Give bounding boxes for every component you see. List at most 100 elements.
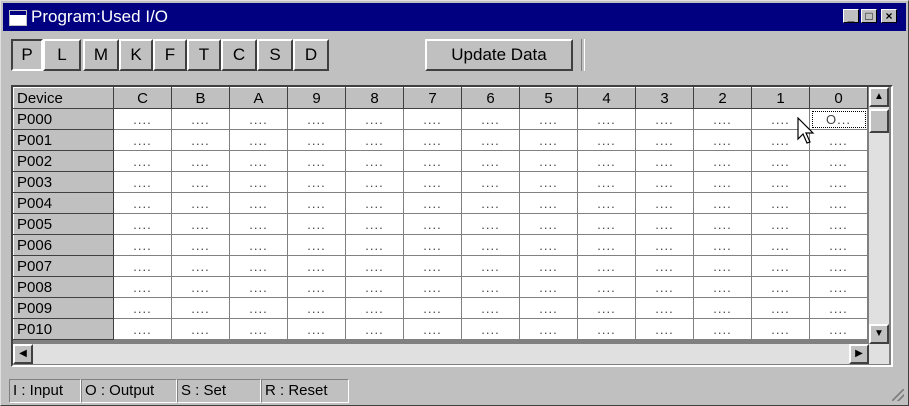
io-cell[interactable]: .... <box>751 318 810 340</box>
io-cell[interactable]: .... <box>287 171 346 193</box>
io-cell[interactable]: .... <box>751 234 810 256</box>
tab-t[interactable]: T <box>187 39 221 71</box>
io-cell[interactable]: .... <box>519 255 578 277</box>
column-header-8[interactable]: 8 <box>345 87 404 109</box>
io-cell[interactable]: .... <box>403 255 462 277</box>
io-cell[interactable]: .... <box>345 108 404 130</box>
io-cell[interactable]: .... <box>345 234 404 256</box>
io-cell[interactable]: .... <box>345 192 404 214</box>
io-cell[interactable]: .... <box>229 297 288 319</box>
io-cell[interactable]: .... <box>809 150 868 172</box>
io-cell[interactable]: .... <box>345 150 404 172</box>
io-cell[interactable]: .... <box>461 192 520 214</box>
io-cell[interactable]: .... <box>345 129 404 151</box>
io-cell[interactable]: .... <box>635 129 694 151</box>
io-cell[interactable]: .... <box>693 318 752 340</box>
column-header-3[interactable]: 3 <box>635 87 694 109</box>
io-cell[interactable]: .... <box>287 192 346 214</box>
io-cell[interactable]: .... <box>113 276 172 298</box>
io-cell[interactable]: .... <box>403 276 462 298</box>
io-cell[interactable]: .... <box>577 171 636 193</box>
io-cell[interactable]: .... <box>461 255 520 277</box>
io-cell[interactable]: .... <box>171 318 230 340</box>
column-header-0[interactable]: 0 <box>809 87 868 109</box>
io-cell[interactable]: .... <box>229 255 288 277</box>
io-cell[interactable]: .... <box>113 108 172 130</box>
io-cell[interactable]: .... <box>171 192 230 214</box>
io-cell[interactable]: .... <box>229 129 288 151</box>
io-cell[interactable]: .... <box>171 297 230 319</box>
io-cell[interactable]: .... <box>287 129 346 151</box>
io-cell[interactable]: .... <box>171 213 230 235</box>
io-cell[interactable]: .... <box>403 318 462 340</box>
io-cell[interactable]: .... <box>519 318 578 340</box>
io-cell[interactable]: .... <box>113 129 172 151</box>
io-cell[interactable]: .... <box>287 150 346 172</box>
io-cell[interactable]: .... <box>693 150 752 172</box>
io-cell[interactable]: .... <box>809 234 868 256</box>
io-cell[interactable]: .... <box>635 255 694 277</box>
close-button[interactable]: × <box>881 9 897 23</box>
horizontal-scrollbar[interactable]: ◀ ▶ <box>13 344 889 364</box>
io-cell[interactable]: .... <box>229 150 288 172</box>
io-cell[interactable]: .... <box>519 150 578 172</box>
io-cell[interactable]: .... <box>229 234 288 256</box>
row-header-p000[interactable]: P000 <box>13 108 114 130</box>
io-cell[interactable]: .... <box>577 276 636 298</box>
row-header-p004[interactable]: P004 <box>13 192 114 214</box>
io-cell[interactable]: .... <box>577 192 636 214</box>
io-cell[interactable]: .... <box>809 255 868 277</box>
io-cell[interactable]: .... <box>171 108 230 130</box>
io-cell[interactable]: .... <box>519 171 578 193</box>
io-cell[interactable]: .... <box>461 297 520 319</box>
io-cell[interactable]: .... <box>345 255 404 277</box>
io-cell[interactable]: .... <box>751 213 810 235</box>
row-header-p001[interactable]: P001 <box>13 129 114 151</box>
tab-f[interactable]: F <box>153 39 187 71</box>
column-header-1[interactable]: 1 <box>751 87 810 109</box>
vertical-scrollbar[interactable]: ▲ ▼ <box>869 87 889 344</box>
io-cell[interactable]: .... <box>809 129 868 151</box>
maximize-button[interactable]: □ <box>861 9 877 23</box>
io-cell[interactable]: .... <box>287 255 346 277</box>
io-cell[interactable]: .... <box>461 213 520 235</box>
row-header-p002[interactable]: P002 <box>13 150 114 172</box>
io-cell[interactable]: .... <box>171 276 230 298</box>
column-header-6[interactable]: 6 <box>461 87 520 109</box>
tab-d[interactable]: D <box>293 39 329 71</box>
row-header-p008[interactable]: P008 <box>13 276 114 298</box>
row-header-p007[interactable]: P007 <box>13 255 114 277</box>
io-cell[interactable]: .... <box>461 108 520 130</box>
io-cell[interactable]: O... <box>809 108 868 130</box>
io-cell[interactable]: .... <box>809 171 868 193</box>
io-cell[interactable]: .... <box>635 150 694 172</box>
vertical-scroll-thumb[interactable] <box>869 109 889 133</box>
io-cell[interactable]: .... <box>113 171 172 193</box>
row-header-p003[interactable]: P003 <box>13 171 114 193</box>
io-cell[interactable]: .... <box>113 213 172 235</box>
io-cell[interactable]: .... <box>751 297 810 319</box>
io-cell[interactable]: .... <box>171 129 230 151</box>
io-cell[interactable]: .... <box>113 192 172 214</box>
tab-l[interactable]: L <box>43 39 81 71</box>
io-cell[interactable]: .... <box>229 318 288 340</box>
io-cell[interactable]: .... <box>287 108 346 130</box>
io-cell[interactable]: .... <box>635 108 694 130</box>
title-bar[interactable]: Program:Used I/O _ □ × <box>3 3 906 31</box>
io-cell[interactable]: .... <box>113 318 172 340</box>
io-cell[interactable]: .... <box>403 297 462 319</box>
io-cell[interactable]: .... <box>171 255 230 277</box>
io-cell[interactable]: .... <box>751 276 810 298</box>
column-header-4[interactable]: 4 <box>577 87 636 109</box>
io-cell[interactable]: .... <box>287 318 346 340</box>
io-cell[interactable]: .... <box>577 129 636 151</box>
io-cell[interactable]: .... <box>403 234 462 256</box>
io-cell[interactable]: .... <box>577 108 636 130</box>
io-cell[interactable]: .... <box>519 234 578 256</box>
io-cell[interactable]: .... <box>113 150 172 172</box>
io-cell[interactable]: .... <box>345 318 404 340</box>
io-cell[interactable]: .... <box>809 213 868 235</box>
io-cell[interactable]: .... <box>693 108 752 130</box>
update-data-button[interactable]: Update Data <box>425 39 573 71</box>
io-grid[interactable]: Device CBA9876543210 P000...............… <box>11 85 893 367</box>
